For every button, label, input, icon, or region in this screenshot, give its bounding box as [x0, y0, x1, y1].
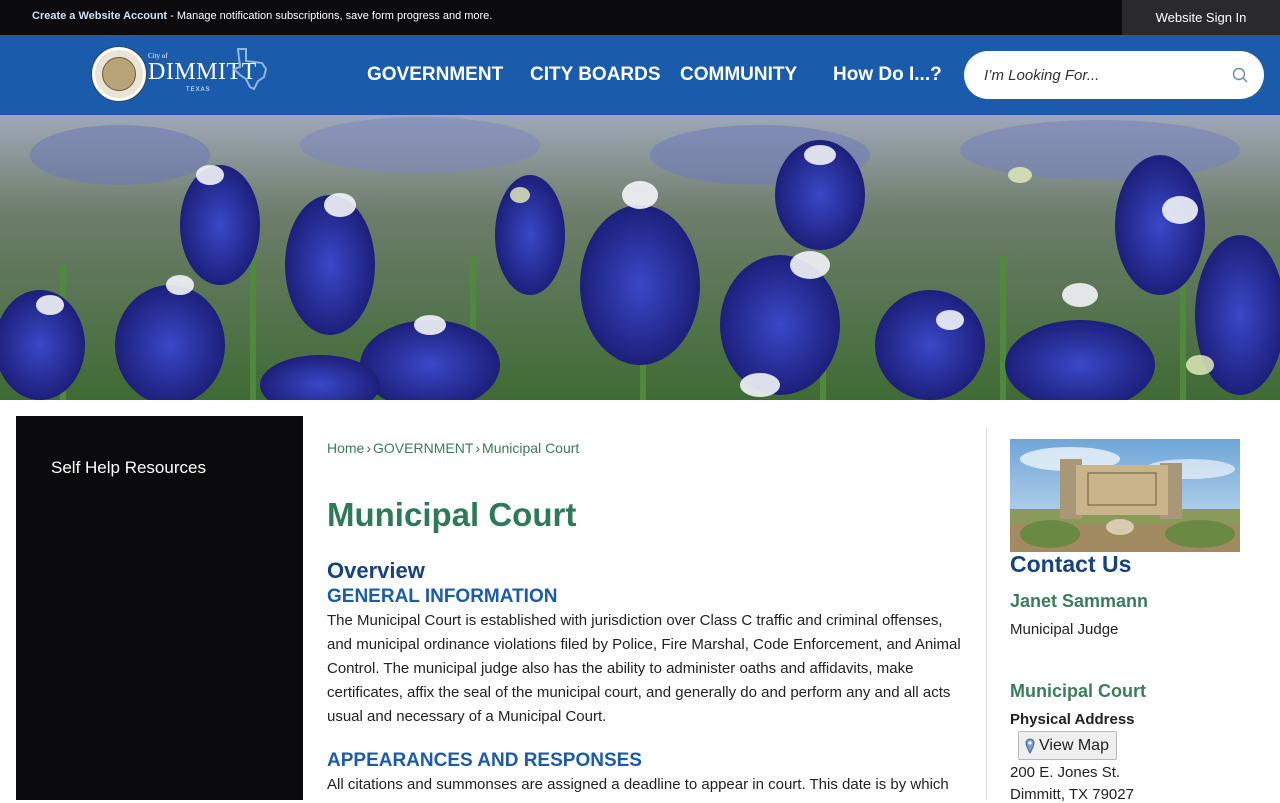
- city-seal-icon: [92, 47, 146, 101]
- contact-person-name: Janet Sammann: [1010, 591, 1149, 611]
- breadcrumb-government[interactable]: GOVERNMENT: [373, 440, 473, 456]
- appearances-heading: APPEARANCES AND RESPONSES: [327, 750, 642, 771]
- physical-address-label: Physical Address: [1010, 711, 1135, 728]
- appearances-text: All citations and summonses are assigned…: [327, 776, 949, 793]
- breadcrumb-current[interactable]: Municipal Court: [482, 440, 579, 456]
- map-pin-icon: [1025, 737, 1035, 754]
- sidebar-item-self-help-resources[interactable]: Self Help Resources: [51, 458, 206, 478]
- search-icon[interactable]: [1232, 67, 1248, 83]
- account-notice: Create a Website Account - Manage notifi…: [32, 10, 492, 22]
- address-line-1: 200 E. Jones St.: [1010, 764, 1121, 781]
- column-divider: [986, 428, 987, 800]
- site-search: [964, 51, 1264, 99]
- welcome-to-dimmitt-sign-image: [1010, 439, 1240, 552]
- nav-government[interactable]: GOVERNMENT: [367, 64, 503, 86]
- contact-office-name: Municipal Court: [1010, 681, 1146, 701]
- website-sign-in-button[interactable]: Website Sign In: [1122, 0, 1280, 35]
- create-account-link[interactable]: Create a Website Account: [32, 10, 167, 22]
- address-line-2: Dimmitt, TX 79027: [1010, 786, 1134, 803]
- site-header: City of DIMMITT TEXAS GOVERNMENT CITY BO…: [0, 35, 1280, 115]
- general-information-text: The Municipal Court is established with …: [327, 612, 961, 725]
- breadcrumb-separator: ›: [475, 440, 481, 456]
- top-utility-bar: Create a Website Account - Manage notifi…: [0, 0, 1280, 35]
- sidebar: Self Help Resources: [16, 416, 303, 800]
- breadcrumb-home[interactable]: Home: [327, 440, 364, 456]
- page-title: Municipal Court: [327, 496, 577, 533]
- contact-us-heading: Contact Us: [1010, 551, 1132, 577]
- view-map-label: View Map: [1039, 736, 1109, 754]
- main-content: Home › GOVERNMENT › Municipal Court Municipa…: [327, 440, 967, 793]
- texas-outline-icon: [232, 48, 268, 91]
- city-logo[interactable]: City of DIMMITT TEXAS: [92, 47, 272, 103]
- general-information-heading: GENERAL INFORMATION: [327, 586, 558, 607]
- logo-state: TEXAS: [186, 87, 211, 93]
- search-input[interactable]: [984, 63, 1224, 87]
- hero-banner-bluebonnets: [0, 115, 1280, 400]
- contact-person-role: Municipal Judge: [1010, 621, 1119, 638]
- bluebonnet-field-image: [0, 115, 1280, 400]
- account-notice-text: - Manage notification subscriptions, sav…: [167, 10, 493, 22]
- nav-how-do-i[interactable]: How Do I...?: [833, 64, 942, 86]
- nav-city-boards[interactable]: CITY BOARDS: [530, 64, 661, 86]
- overview-heading: Overview: [327, 558, 425, 583]
- breadcrumb-separator: ›: [366, 440, 372, 456]
- nav-community[interactable]: COMMUNITY: [680, 64, 797, 86]
- view-map-button[interactable]: View Map: [1018, 731, 1117, 760]
- breadcrumb: Home › GOVERNMENT › Municipal Court: [327, 440, 967, 456]
